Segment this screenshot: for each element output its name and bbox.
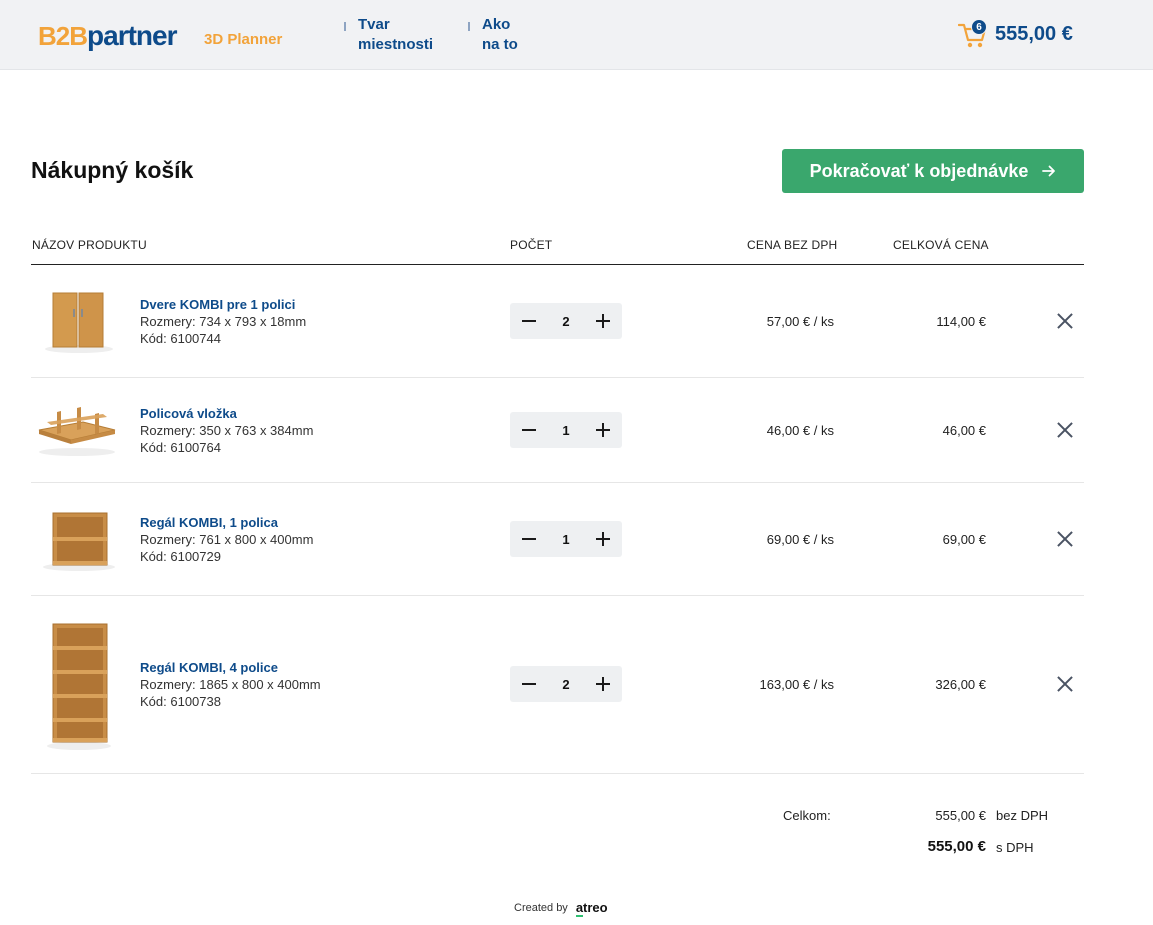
page-title: Nákupný košík (31, 157, 194, 183)
product-code: Kód: 6100744 (140, 331, 221, 346)
quantity-value[interactable]: 1 (562, 423, 569, 438)
quantity-stepper: 1 (510, 412, 622, 448)
unit-price: 163,00 € / ks (759, 677, 834, 692)
nav-room-shape[interactable]: Tvar miestnosti (344, 15, 433, 55)
line-total: 69,00 € (942, 532, 986, 547)
product-name-link[interactable]: Regál KOMBI, 4 police (140, 659, 321, 676)
summary-net-suffix: bez DPH (996, 808, 1049, 823)
product-image-tall-shelf (47, 623, 111, 750)
cart-count-badge: 6 (971, 19, 987, 35)
unit-price: 46,00 € / ks (766, 423, 834, 438)
b2bpartner-logo[interactable]: B2B partner (38, 20, 177, 51)
top-header: B2B partner 3D Planner Tvar miestnosti Ak… (0, 0, 1153, 70)
table-row: Regál KOMBI, 1 polica Rozmery: 761 x 800… (31, 483, 1084, 596)
continue-to-order-button[interactable]: Pokračovať k objednávke (782, 149, 1084, 193)
increase-quantity-button[interactable] (595, 314, 610, 328)
arrow-right-icon (1042, 165, 1056, 177)
increase-quantity-button[interactable] (595, 532, 610, 546)
line-total: 114,00 € (936, 314, 986, 329)
column-header-quantity: POČET (510, 238, 553, 252)
product-info: Policová vložka Rozmery: 350 x 763 x 384… (140, 405, 313, 456)
table-row: Dvere KOMBI pre 1 polici Rozmery: 734 x … (31, 265, 1084, 378)
product-code: Kód: 6100729 (140, 549, 221, 564)
table-row: Policová vložka Rozmery: 350 x 763 x 384… (31, 378, 1084, 483)
summary-gross-suffix: s DPH (996, 840, 1034, 855)
product-dimensions: Rozmery: 734 x 793 x 18mm (140, 314, 307, 329)
increase-quantity-button[interactable] (595, 423, 610, 437)
product-image-shelf-insert (38, 407, 116, 456)
column-header-product: NÁZOV PRODUKTU (32, 238, 147, 252)
decrease-quantity-button[interactable] (522, 314, 536, 328)
product-info: Regál KOMBI, 1 polica Rozmery: 761 x 800… (140, 514, 313, 565)
product-name-link[interactable]: Policová vložka (140, 405, 313, 422)
footer-created-by: Created by (514, 901, 568, 914)
unit-price: 57,00 € / ks (766, 314, 834, 329)
product-dimensions: Rozmery: 1865 x 800 x 400mm (140, 677, 321, 692)
summary-net-total: 555,00 € (935, 808, 986, 823)
increase-quantity-button[interactable] (595, 677, 610, 691)
table-row: Regál KOMBI, 4 police Rozmery: 1865 x 80… (31, 596, 1084, 774)
nav-how-to-line2: na to (482, 36, 518, 53)
remove-item-close-icon[interactable] (1057, 531, 1073, 547)
continue-to-order-label: Pokračovať k objednávke (809, 160, 1029, 181)
logo-partner-text: partner (87, 20, 177, 51)
product-name-link[interactable]: Dvere KOMBI pre 1 polici (140, 296, 306, 313)
product-info: Regál KOMBI, 4 police Rozmery: 1865 x 80… (140, 659, 321, 710)
product-code: Kód: 6100738 (140, 694, 221, 709)
summary-gross-total: 555,00 € (927, 838, 986, 855)
product-image-low-shelf (43, 512, 115, 571)
nav-how-to-line1: Ako (482, 16, 511, 33)
quantity-stepper: 2 (510, 303, 622, 339)
remove-item-close-icon[interactable] (1057, 313, 1073, 329)
atreo-logo-link[interactable]: atreo (575, 900, 608, 917)
product-code: Kód: 6100764 (140, 440, 221, 455)
decrease-quantity-button[interactable] (522, 677, 536, 691)
remove-item-close-icon[interactable] (1057, 422, 1073, 438)
logo-b2b-text: B2B (38, 21, 88, 51)
quantity-value[interactable]: 1 (562, 532, 569, 547)
product-image-door-panels (45, 292, 113, 353)
unit-price: 69,00 € / ks (766, 532, 834, 547)
footer-credit: Created by atreo (514, 900, 608, 917)
decrease-quantity-button[interactable] (522, 423, 536, 437)
decrease-quantity-button[interactable] (522, 532, 536, 546)
product-dimensions: Rozmery: 761 x 800 x 400mm (140, 532, 314, 547)
nav-how-to[interactable]: Ako na to (468, 15, 518, 55)
column-header-total: CELKOVÁ CENA (893, 238, 989, 252)
product-name-link[interactable]: Regál KOMBI, 1 polica (140, 514, 313, 531)
summary-label: Celkom: (783, 808, 831, 823)
quantity-value[interactable]: 2 (562, 677, 569, 692)
nav-room-shape-line1: Tvar (358, 16, 390, 33)
nav-room-shape-line2: miestnosti (358, 36, 434, 53)
line-total: 46,00 € (942, 423, 986, 438)
column-header-unit-price: CENA BEZ DPH (747, 238, 838, 252)
quantity-stepper: 1 (510, 521, 622, 557)
cart-total[interactable]: 555,00 € (995, 23, 1073, 46)
quantity-value[interactable]: 2 (562, 314, 569, 329)
remove-item-close-icon[interactable] (1057, 676, 1073, 692)
product-info: Dvere KOMBI pre 1 polici Rozmery: 734 x … (140, 296, 306, 347)
quantity-stepper: 2 (510, 666, 622, 702)
product-dimensions: Rozmery: 350 x 763 x 384mm (140, 423, 314, 438)
logo-product-name: 3D Planner (204, 31, 283, 48)
line-total: 326,00 € (935, 677, 986, 692)
